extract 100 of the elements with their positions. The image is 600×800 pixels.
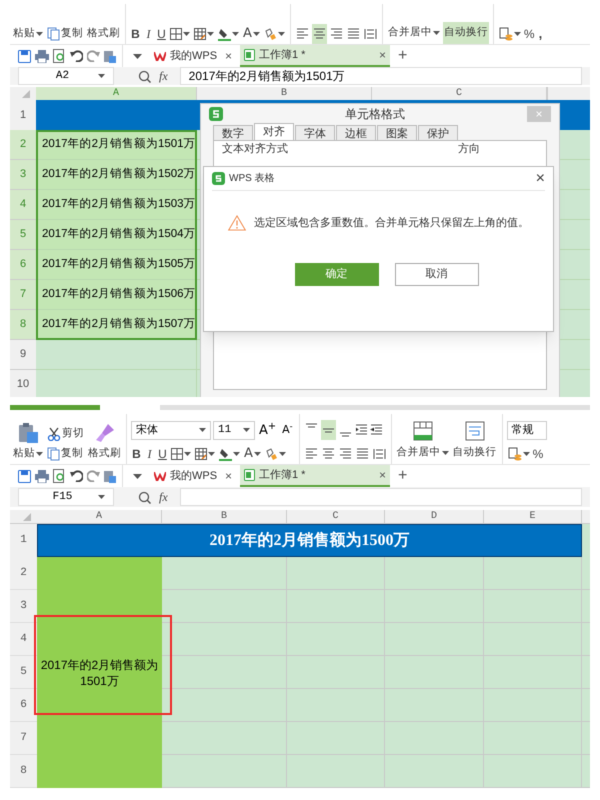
print-preview-icon[interactable] — [53, 469, 66, 483]
spreadsheet-icon — [244, 469, 255, 481]
clipboard-icon[interactable] — [104, 469, 116, 483]
close-tab-button[interactable]: × — [378, 46, 386, 64]
row-header[interactable]: 3 — [10, 590, 37, 623]
zoom-icon[interactable] — [138, 490, 151, 504]
dialog-tab[interactable]: 数字 — [213, 125, 253, 140]
row-header[interactable]: 9 — [10, 340, 36, 370]
zoom-icon[interactable] — [138, 70, 151, 82]
row-header[interactable]: 5 — [10, 656, 37, 689]
grow-font-button[interactable]: A$^{+}$ — [257, 420, 278, 440]
name-box[interactable]: A2 — [18, 67, 114, 85]
align-icon — [372, 447, 386, 461]
printer-icon[interactable] — [35, 50, 49, 62]
alert-message: 选定区域包含多重数值。合并单元格只保留左上角的值。 — [254, 216, 529, 231]
save-icon[interactable] — [18, 470, 31, 482]
row-header[interactable]: 1 — [10, 524, 37, 557]
italic-button[interactable]: I — [144, 445, 155, 463]
document-tab[interactable]: 工作簿1 * × — [240, 45, 390, 67]
table-icon — [195, 448, 207, 460]
function-label[interactable]: fx — [159, 67, 168, 85]
cut-button[interactable]: 剪切 — [46, 424, 85, 444]
document-tab[interactable]: 我的WPS × — [150, 465, 236, 487]
close-tab-button[interactable]: × — [378, 466, 386, 484]
row-header[interactable]: 10 — [10, 370, 36, 397]
merge-center-button[interactable]: 合并居中 — [396, 442, 450, 464]
row-header[interactable]: 4 — [10, 623, 37, 656]
font-color-button[interactable]: A — [242, 24, 261, 44]
font-color-button[interactable]: A — [243, 444, 262, 464]
font-name-dropdown[interactable]: 宋体 — [131, 420, 211, 440]
shrink-font-button[interactable]: A$^{-}$ — [280, 422, 295, 438]
function-label[interactable]: fx — [159, 488, 168, 506]
column-header[interactable]: B — [162, 510, 287, 523]
dialog-tab[interactable]: 边框 — [336, 125, 376, 140]
column-header[interactable]: D — [385, 510, 484, 523]
table-cell: 2017年的2月销售额为1501万 — [36, 130, 197, 160]
column-header[interactable]: C — [287, 510, 385, 523]
redo-icon[interactable] — [87, 50, 100, 62]
percent-button[interactable]: % — [524, 25, 535, 43]
copy-button[interactable]: 复制 — [46, 24, 84, 44]
dialog-tab[interactable]: 对齐 — [254, 123, 294, 140]
bold-button[interactable]: B — [131, 445, 142, 463]
clipboard-icon[interactable] — [104, 49, 116, 63]
paste-button[interactable]: 粘贴 — [12, 24, 44, 44]
copy-button[interactable]: 复制 — [46, 444, 85, 464]
row-header[interactable]: 8 — [10, 755, 37, 788]
caret-icon — [98, 74, 105, 78]
dialog-tab[interactable]: 保护 — [418, 125, 458, 140]
align-icon — [312, 27, 326, 41]
new-tab-button[interactable]: + — [394, 464, 412, 488]
underline-button[interactable]: U — [157, 445, 168, 463]
italic-button[interactable]: I — [143, 25, 154, 43]
close-tab-button[interactable]: × — [224, 47, 232, 65]
document-tab[interactable]: 工作簿1 * × — [240, 465, 390, 487]
close-tab-button[interactable]: × — [224, 467, 232, 485]
bold-button[interactable]: B — [130, 25, 141, 43]
brush-button[interactable]: 格式刷 — [86, 24, 121, 44]
caret-icon[interactable] — [133, 474, 142, 478]
section-heading: 方向 — [458, 142, 481, 157]
row-header[interactable]: 6 — [10, 689, 37, 722]
merge-center-button[interactable]: 合并居中 — [386, 22, 441, 44]
vertical-align-button[interactable] — [320, 420, 336, 440]
wrap-text-button[interactable]: 自动换行 — [452, 442, 498, 464]
dialog-tab[interactable]: 字体 — [295, 125, 335, 140]
printer-icon[interactable] — [35, 470, 49, 482]
table-cell: 2017年的2月销售额为1502万 — [36, 160, 197, 190]
font-size-dropdown[interactable]: 11 — [213, 420, 255, 440]
app-logo-icon — [209, 106, 223, 120]
indent-icon — [354, 424, 368, 436]
percent-button[interactable]: % — [532, 445, 544, 463]
document-tab[interactable]: 我的WPS × — [150, 45, 236, 67]
redo-icon[interactable] — [87, 470, 100, 482]
cancel-button[interactable]: 取消 — [394, 263, 478, 286]
name-box[interactable]: F15 — [18, 488, 114, 506]
close-button[interactable]: × — [536, 170, 545, 186]
row-header[interactable]: 1 — [10, 100, 36, 130]
caret-icon[interactable] — [133, 54, 142, 58]
save-icon[interactable] — [18, 50, 31, 62]
dialog-tab[interactable]: 图案 — [377, 125, 417, 140]
thousands-button[interactable]: , — [536, 24, 544, 44]
wrap-text-button[interactable]: 自动换行 — [442, 22, 489, 44]
brush-button[interactable]: 格式刷 — [87, 444, 122, 464]
caret-icon — [207, 32, 214, 36]
number-format-field[interactable]: 常规 — [506, 421, 547, 440]
formula-field[interactable]: 2017年的2月销售额为1501万 — [180, 67, 582, 85]
table-cell: 2017年的2月销售额为1507万 — [36, 310, 197, 340]
row-header[interactable]: 2 — [10, 557, 37, 590]
paste-button[interactable]: 粘贴 — [12, 444, 44, 464]
undo-icon[interactable] — [70, 50, 83, 62]
new-tab-button[interactable]: + — [394, 44, 412, 68]
undo-icon[interactable] — [70, 470, 83, 482]
row-header[interactable]: 7 — [10, 722, 37, 755]
formula-field[interactable] — [180, 488, 582, 506]
caret-icon — [252, 32, 260, 36]
column-header[interactable]: E — [484, 510, 582, 523]
underline-button[interactable]: U — [156, 25, 167, 43]
print-preview-icon[interactable] — [53, 49, 66, 63]
align-button[interactable] — [312, 24, 327, 44]
column-header[interactable]: A — [37, 510, 162, 523]
caret-icon — [254, 452, 261, 456]
